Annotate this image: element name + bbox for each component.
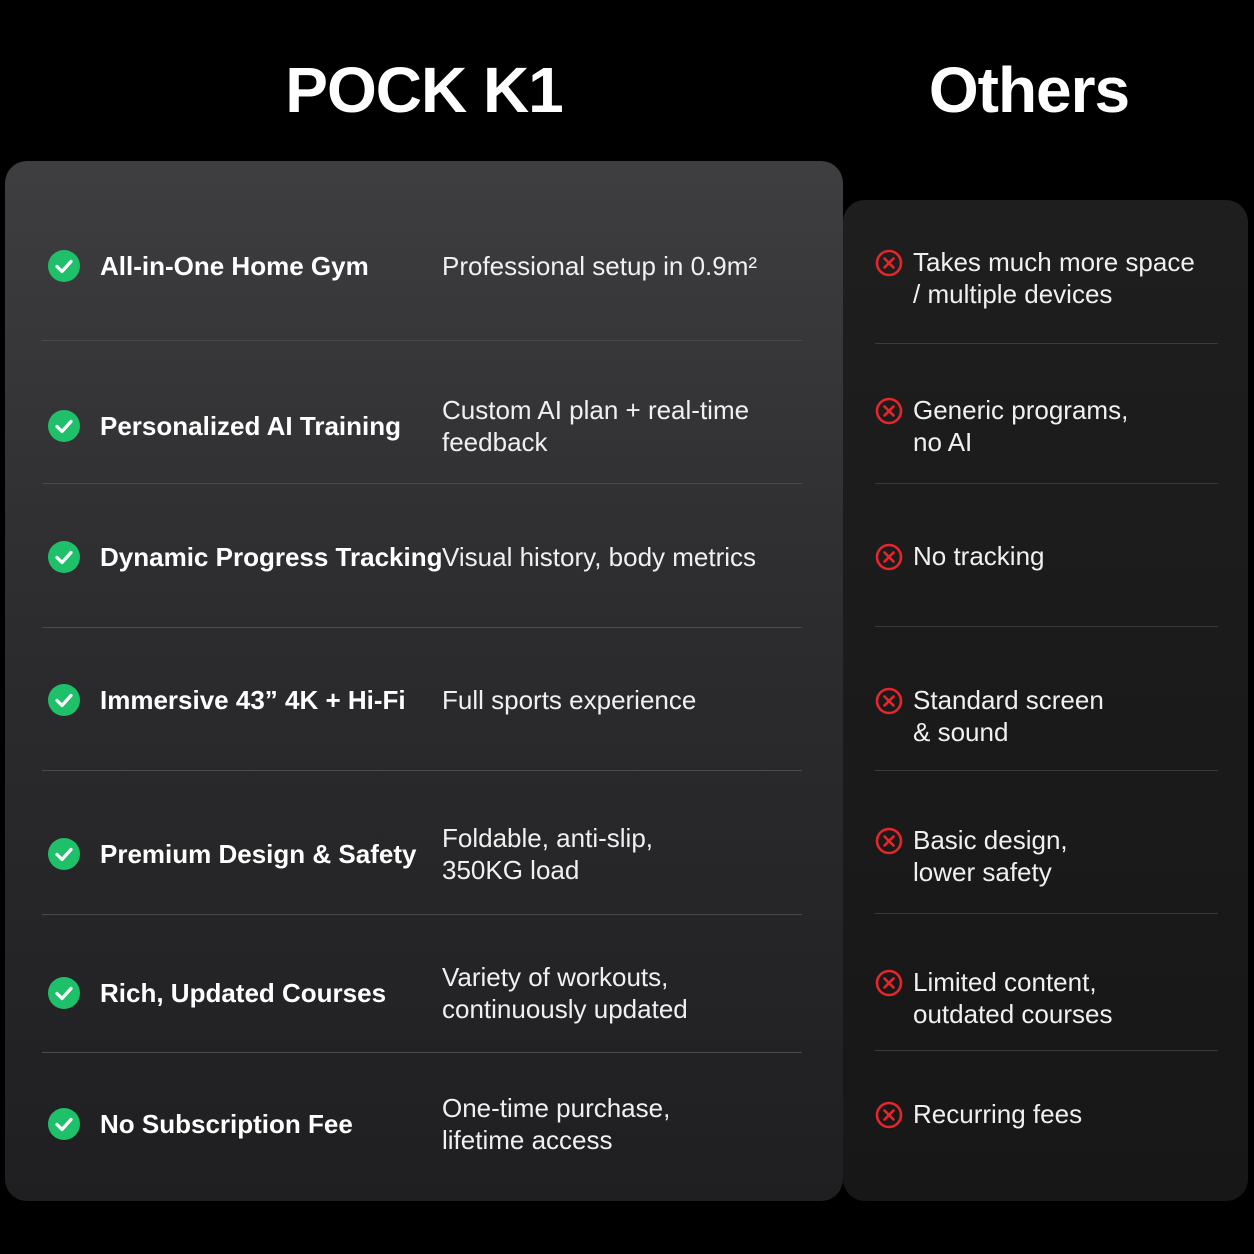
- pock-row-subscription: No Subscription Fee One-time purchase, l…: [42, 1092, 802, 1156]
- row-divider: [42, 914, 802, 915]
- check-icon: [48, 410, 80, 442]
- others-row-ai-training: Generic programs, no AI: [875, 394, 1218, 458]
- check-icon: [48, 977, 80, 1009]
- others-description: Standard screen & sound: [913, 685, 1104, 747]
- others-description: Limited content, outdated courses: [913, 967, 1113, 1029]
- feature-label: All-in-One Home Gym: [100, 250, 369, 281]
- row-divider: [875, 483, 1218, 484]
- cross-icon: [875, 249, 903, 277]
- others-row-courses: Limited content, outdated courses: [875, 966, 1218, 1030]
- row-divider: [875, 913, 1218, 914]
- row-divider: [875, 626, 1218, 627]
- check-icon: [48, 1108, 80, 1140]
- pock-description: Custom AI plan + real-time feedback: [442, 395, 750, 457]
- cross-icon: [875, 687, 903, 715]
- others-description: Generic programs, no AI: [913, 395, 1129, 457]
- others-row-design: Basic design, lower safety: [875, 824, 1218, 888]
- check-icon: [48, 541, 80, 573]
- pock-row-immersive: Immersive 43” 4K + Hi-Fi Full sports exp…: [42, 678, 802, 722]
- row-divider: [42, 770, 802, 771]
- cross-icon: [875, 543, 903, 571]
- pock-row-ai-training: Personalized AI Training Custom AI plan …: [42, 394, 802, 458]
- pock-description: One-time purchase, lifetime access: [442, 1093, 671, 1155]
- row-divider: [875, 770, 1218, 771]
- row-divider: [42, 627, 802, 628]
- cross-icon: [875, 969, 903, 997]
- others-row-all-in-one: Takes much more space / multiple devices: [875, 246, 1218, 310]
- pock-row-progress: Dynamic Progress Tracking Visual history…: [42, 535, 802, 579]
- feature-label: Rich, Updated Courses: [100, 977, 387, 1008]
- pock-row-all-in-one: All-in-One Home Gym Professional setup i…: [42, 244, 802, 288]
- others-row-progress: No tracking: [875, 540, 1218, 572]
- cross-icon: [875, 397, 903, 425]
- feature-label: Dynamic Progress Tracking: [100, 541, 443, 572]
- pock-description: Foldable, anti-slip, 350KG load: [442, 823, 653, 885]
- check-icon: [48, 838, 80, 870]
- cross-icon: [875, 827, 903, 855]
- others-description: Basic design, lower safety: [913, 825, 1068, 887]
- pock-row-design: Premium Design & Safety Foldable, anti-s…: [42, 822, 802, 886]
- row-divider: [42, 1052, 802, 1053]
- feature-label: Personalized AI Training: [100, 410, 401, 441]
- row-divider: [42, 483, 802, 484]
- row-divider: [875, 1050, 1218, 1051]
- row-divider: [42, 340, 802, 341]
- others-row-subscription: Recurring fees: [875, 1098, 1218, 1130]
- pock-description: Professional setup in 0.9m²: [442, 251, 758, 281]
- row-divider: [875, 343, 1218, 344]
- cross-icon: [875, 1101, 903, 1129]
- pock-description: Visual history, body metrics: [442, 542, 757, 572]
- others-row-immersive: Standard screen & sound: [875, 684, 1218, 748]
- feature-label: Immersive 43” 4K + Hi-Fi: [100, 684, 406, 715]
- pock-description: Variety of workouts, continuously update…: [442, 962, 688, 1024]
- feature-label: No Subscription Fee: [100, 1108, 353, 1139]
- pock-k1-heading: POCK K1: [285, 54, 564, 126]
- others-description: Takes much more space / multiple devices: [913, 247, 1195, 309]
- pock-description: Full sports experience: [442, 685, 697, 715]
- others-heading: Others: [928, 54, 1130, 126]
- pock-row-courses: Rich, Updated Courses Variety of workout…: [42, 961, 802, 1025]
- check-icon: [48, 250, 80, 282]
- others-description: No tracking: [913, 541, 1045, 571]
- feature-label: Premium Design & Safety: [100, 838, 417, 869]
- check-icon: [48, 684, 80, 716]
- others-description: Recurring fees: [913, 1099, 1083, 1129]
